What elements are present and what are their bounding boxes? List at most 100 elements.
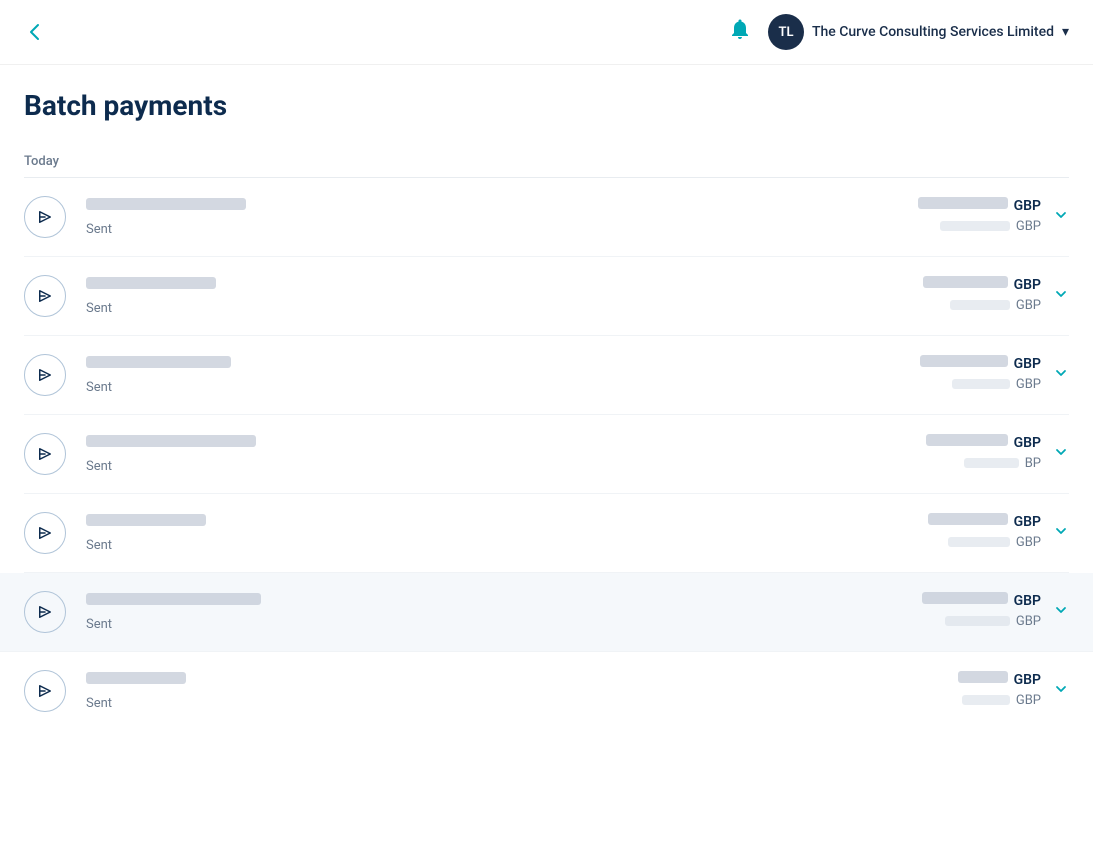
amount-primary-row: GBP [923,276,1041,294]
currency-primary: GBP [1014,198,1041,214]
amount-primary-row: GBP [920,355,1041,373]
payment-info: Sent [86,435,926,474]
send-icon-wrapper [24,196,66,238]
list-item[interactable]: Sent GBP BP [24,415,1069,494]
list-item[interactable]: Sent GBP GBP [24,652,1069,730]
list-item[interactable]: Sent GBP GBP [0,573,1093,652]
payment-list: Sent GBP GBP [24,178,1069,730]
payment-status: Sent [86,696,112,711]
chevron-down-icon[interactable] [1053,602,1069,622]
payment-name-redacted [86,514,206,526]
chevron-down-icon[interactable] [1053,523,1069,543]
amount-primary-redacted [958,671,1008,683]
payment-amounts: GBP GBP [923,276,1041,317]
payment-name-redacted [86,198,246,210]
amount-secondary-redacted [964,458,1019,468]
send-icon [36,366,54,384]
amount-secondary-redacted [952,379,1010,389]
user-info[interactable]: TL The Curve Consulting Services Limited… [768,14,1069,50]
list-item[interactable]: Sent GBP GBP [24,178,1069,257]
send-icon-wrapper [24,670,66,712]
currency-primary: GBP [1014,435,1041,451]
payment-status: Sent [86,222,112,237]
payment-amount-wrapper: GBP GBP [918,197,1069,238]
chevron-down-icon[interactable] [1053,286,1069,306]
header-right: TL The Curve Consulting Services Limited… [728,14,1069,50]
amount-secondary-row: GBP [958,693,1041,708]
send-icon-wrapper [24,591,66,633]
currency-primary: GBP [1014,514,1041,530]
amount-primary-redacted [920,355,1008,367]
amount-secondary-row: GBP [918,219,1041,234]
amount-primary-redacted [918,197,1008,209]
header-left [24,21,46,43]
payment-status: Sent [86,617,112,632]
payment-info: Sent [86,277,923,316]
amount-primary-redacted [922,592,1008,604]
payment-status: Sent [86,380,112,395]
page-title: Batch payments [24,89,1069,122]
chevron-down-icon[interactable] [1053,681,1069,701]
amount-secondary-row: GBP [928,535,1041,550]
send-icon-wrapper [24,354,66,396]
amount-secondary-row: GBP [923,298,1041,313]
payment-info: Sent [86,198,918,237]
payment-amount-wrapper: GBP GBP [923,276,1069,317]
amount-primary-row: GBP [926,434,1041,452]
payment-amounts: GBP GBP [958,671,1041,712]
currency-secondary: BP [1025,456,1041,471]
payment-amounts: GBP GBP [920,355,1041,396]
currency-secondary: GBP [1016,298,1041,313]
payment-info: Sent [86,593,922,632]
amount-primary-row: GBP [918,197,1041,215]
send-icon [36,603,54,621]
amount-primary-row: GBP [922,592,1041,610]
amount-primary-redacted [928,513,1008,525]
amount-secondary-redacted [940,221,1010,231]
payment-amounts: GBP GBP [922,592,1041,633]
avatar: TL [768,14,804,50]
currency-secondary: GBP [1016,614,1041,629]
page-content: Batch payments Today Sent GBP [0,65,1093,730]
amount-secondary-redacted [948,537,1010,547]
chevron-down-icon[interactable]: ▾ [1062,24,1069,40]
payment-amount-wrapper: GBP GBP [920,355,1069,396]
section-today-label: Today [24,154,1069,169]
amount-secondary-redacted [962,695,1010,705]
amount-primary-redacted [926,434,1008,446]
payment-info: Sent [86,672,958,711]
chevron-down-icon[interactable] [1053,207,1069,227]
payment-amount-wrapper: GBP BP [926,434,1069,475]
amount-secondary-redacted [950,300,1010,310]
currency-primary: GBP [1014,356,1041,372]
send-icon-wrapper [24,433,66,475]
list-item[interactable]: Sent GBP GBP [24,336,1069,415]
currency-secondary: GBP [1016,693,1041,708]
send-icon [36,287,54,305]
payment-status: Sent [86,459,112,474]
currency-primary: GBP [1014,593,1041,609]
amount-primary-redacted [923,276,1008,288]
payment-status: Sent [86,538,112,553]
send-icon-wrapper [24,512,66,554]
payment-name-redacted [86,277,216,289]
payment-amount-wrapper: GBP GBP [958,671,1069,712]
payment-name-redacted [86,356,231,368]
currency-primary: GBP [1014,277,1041,293]
currency-primary: GBP [1014,672,1041,688]
send-icon [36,445,54,463]
payment-name-redacted [86,435,256,447]
list-item[interactable]: Sent GBP GBP [24,257,1069,336]
chevron-down-icon[interactable] [1053,444,1069,464]
company-name: The Curve Consulting Services Limited [812,24,1054,40]
send-icon [36,524,54,542]
send-icon-wrapper [24,275,66,317]
bell-icon[interactable] [728,17,752,47]
payment-info: Sent [86,356,920,395]
currency-secondary: GBP [1016,535,1041,550]
payment-name-redacted [86,672,186,684]
list-item[interactable]: Sent GBP GBP [24,494,1069,573]
chevron-down-icon[interactable] [1053,365,1069,385]
payment-amounts: GBP GBP [918,197,1041,238]
back-button[interactable] [24,21,46,43]
